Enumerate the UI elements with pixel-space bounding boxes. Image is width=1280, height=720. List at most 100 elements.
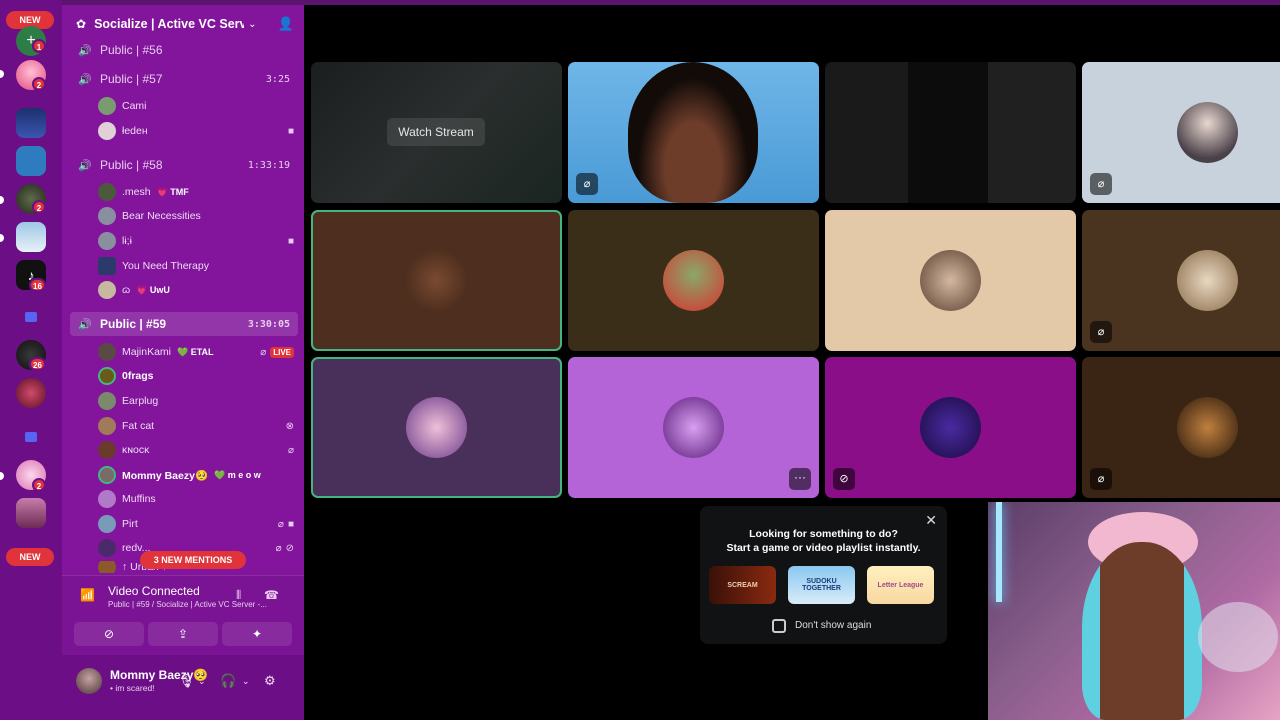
user-name: Mommy Baezy🥺 [122, 469, 209, 482]
screen-share-button[interactable]: ⇪ [148, 622, 218, 646]
activity-card-letter-league[interactable]: Letter League [867, 566, 934, 604]
activity-suggestion-popup: ✕ Looking for something to do? Start a g… [700, 506, 947, 644]
dont-show-checkbox[interactable] [772, 619, 786, 633]
new-mentions-button[interactable]: 3 NEW MENTIONS [140, 551, 246, 569]
video-tile-avatar[interactable]: ⌀ [1082, 210, 1280, 351]
camera-off-icon: ⊘ [103, 627, 115, 641]
avatar [98, 417, 116, 435]
unread-badge: 2 [32, 478, 46, 492]
muted-mic-icon: ⌀ [1090, 468, 1112, 490]
user-status: • im scared! [110, 683, 155, 693]
voice-user[interactable]: You Need Therapy [98, 255, 298, 277]
server-icon-art[interactable] [16, 498, 46, 528]
disconnect-icon[interactable]: ☎ [264, 588, 279, 602]
unread-pill [0, 196, 4, 204]
voice-channel[interactable]: 🔊 Public | #58 1:33:19 [70, 153, 298, 177]
activity-card-sudoku[interactable]: SUDOKU TOGETHER [788, 566, 855, 604]
server-icon-vr[interactable] [16, 146, 46, 176]
avatar [663, 250, 724, 311]
avatar [98, 281, 116, 299]
server-icon-socialize[interactable] [16, 108, 46, 138]
video-tile-avatar[interactable]: ··· [568, 357, 819, 498]
muted-mic-icon: ⌀ [576, 173, 598, 195]
chevron-down-icon[interactable]: ⌄ [242, 676, 250, 687]
avatar [1177, 397, 1238, 458]
headphones-icon[interactable]: 🎧 [220, 673, 236, 689]
muted-mic-icon: ⌀ [260, 346, 267, 358]
microphone-icon[interactable]: 🎙 [178, 673, 195, 689]
video-tile-camera[interactable] [825, 62, 1076, 203]
watch-stream-button[interactable]: Watch Stream [387, 118, 485, 146]
voice-user[interactable]: Bear Necessities [98, 205, 298, 227]
voice-status[interactable]: Video Connected [108, 584, 200, 598]
voice-channel-active[interactable]: 🔊 Public | #59 3:30:05 [70, 312, 298, 336]
channel-timer: 3:30:05 [247, 318, 290, 330]
activity-icon: ✦ [251, 627, 263, 641]
video-tile-avatar[interactable] [311, 357, 562, 498]
voice-channel[interactable]: 🔊 Public | #56 [70, 38, 298, 62]
video-tile-avatar[interactable]: ⌀ [1082, 62, 1280, 203]
voice-user[interactable]: Muffins [98, 488, 298, 510]
channel-name: Public | #58 [100, 158, 163, 172]
noise-suppression-icon[interactable]: ⦀ [236, 588, 241, 603]
user-name: .mesh [122, 186, 151, 198]
user-name: lɨ;ɨ [122, 235, 132, 247]
camera-off-icon: ⊘ [285, 542, 294, 554]
avatar [406, 250, 467, 311]
user-name: ĸɴocĸ [122, 444, 150, 456]
chevron-down-icon[interactable]: ⌄ [198, 676, 206, 687]
video-tile-avatar[interactable]: ⊘ [825, 357, 1076, 498]
avatar [98, 392, 116, 410]
user-name: 0frags [122, 370, 154, 382]
folder-icon[interactable] [16, 302, 46, 332]
voice-user[interactable]: Mommy Baezy🥺 💚 m e o w [98, 464, 298, 486]
user-tag: 💗 TMF [156, 186, 189, 197]
user-tag: 💚 m e o w [214, 469, 261, 480]
avatar [1177, 250, 1238, 311]
channel-sidebar: ✿ Socialize | Active VC Serv... ⌄ 👤 🔊 Pu… [62, 5, 304, 720]
voice-user[interactable]: Earplug [98, 390, 298, 412]
speaker-icon: 🔊 [78, 318, 92, 331]
activity-card-scream[interactable]: SCREAM [709, 566, 776, 604]
video-tile-avatar[interactable] [568, 210, 819, 351]
new-badge[interactable]: NEW [6, 548, 54, 566]
video-tile-avatar[interactable] [825, 210, 1076, 351]
chevron-down-icon[interactable]: ⌄ [248, 19, 256, 30]
voice-user[interactable]: ĸɴocĸ ⌀ [98, 439, 298, 461]
video-icon: ■ [287, 518, 294, 530]
video-tile-stream[interactable]: Watch Stream [311, 62, 562, 203]
avatar [663, 397, 724, 458]
folder-icon[interactable] [16, 422, 46, 452]
voice-user[interactable]: MajinKami 💚 ETAL ⌀ LIVE [98, 341, 298, 363]
unread-badge: 2 [32, 77, 46, 91]
voice-user[interactable]: Fat cat ⊗ [98, 415, 298, 437]
voice-user[interactable]: .mesh 💗 TMF [98, 181, 298, 203]
signal-icon[interactable]: 📶 [80, 588, 95, 602]
camera-toggle-button[interactable]: ⊘ [74, 622, 144, 646]
video-tile-avatar[interactable]: ⌀ [1082, 357, 1280, 498]
server-icon-hearts[interactable] [16, 378, 46, 408]
server-icon-snow[interactable] [16, 222, 46, 252]
channel-name: Public | #57 [100, 72, 163, 86]
more-options-button[interactable]: ··· [789, 468, 811, 490]
voice-user[interactable]: łedeн ■ [98, 120, 298, 142]
gear-icon[interactable]: ⚙ [264, 673, 276, 689]
voice-channel[interactable]: 🔊 Public | #57 3:25 [70, 67, 298, 91]
popup-title: Looking for something to do? [749, 528, 898, 540]
user-name: Pirt [122, 518, 138, 530]
video-tile-avatar[interactable] [311, 210, 562, 351]
voice-user[interactable]: lɨ;ɨ ■ [98, 230, 298, 252]
user-panel: Mommy Baezy🥺 • im scared! 🎙 ⌄ 🎧 ⌄ ⚙ [62, 655, 304, 720]
voice-user[interactable]: ɷ 💗 UwU [98, 279, 298, 301]
avatar [920, 397, 981, 458]
dont-show-label[interactable]: Don't show again [795, 620, 871, 631]
voice-user[interactable]: Pirt ⌀ ■ [98, 513, 298, 535]
activities-button[interactable]: ✦ [222, 622, 292, 646]
close-icon[interactable]: ✕ [925, 512, 937, 529]
avatar [98, 207, 116, 225]
video-tile-camera[interactable]: ⌀ [568, 62, 819, 203]
avatar[interactable] [76, 668, 102, 694]
voice-user[interactable]: Cami [98, 95, 298, 117]
voice-user[interactable]: 0frags [98, 365, 298, 387]
add-user-icon[interactable]: 👤 [278, 16, 294, 32]
